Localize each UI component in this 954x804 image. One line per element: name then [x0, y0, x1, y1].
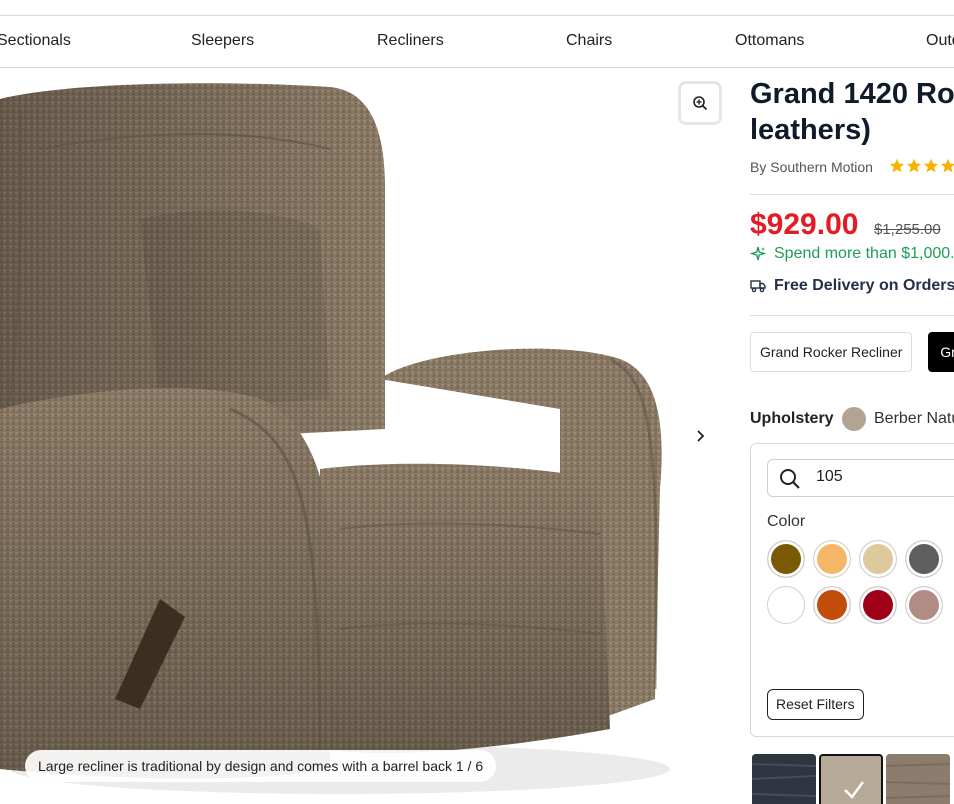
nav-item-ottomans[interactable]: Ottomans [735, 32, 804, 50]
category-nav: Sectionals Sleepers Recliners Chairs Ott… [0, 16, 954, 68]
color-swatch-gray[interactable] [905, 540, 943, 578]
color-swatch-beige[interactable] [859, 540, 897, 578]
zoom-in-icon [693, 96, 708, 111]
zoom-button[interactable] [678, 81, 722, 125]
color-swatch-white[interactable] [767, 586, 805, 624]
sparkle-icon [750, 246, 766, 261]
color-swatch-red[interactable] [859, 586, 897, 624]
image-caption: Large recliner is traditional by design … [25, 750, 497, 782]
delivery-message: Free Delivery on Orders [750, 277, 954, 295]
star-icon [906, 158, 922, 173]
star-icon [889, 158, 905, 173]
delivery-text: Free Delivery on Orders [774, 277, 954, 294]
star-icon [940, 158, 954, 173]
color-filter-label: Color [767, 513, 806, 530]
divider [750, 315, 954, 316]
fabric-thumbnail[interactable] [752, 754, 816, 804]
nav-item-chairs[interactable]: Chairs [566, 32, 612, 50]
truck-icon [750, 280, 766, 293]
search-icon [780, 469, 800, 489]
next-image-button[interactable] [690, 424, 710, 448]
upholstery-swatch [842, 407, 866, 431]
product-image-gallery[interactable] [0, 69, 737, 804]
divider [750, 194, 954, 195]
reset-filters-button[interactable]: Reset Filters [767, 689, 864, 720]
fabric-texture-image [752, 754, 816, 804]
color-swatch-orange-light[interactable] [813, 540, 851, 578]
fabric-texture-image [886, 754, 950, 804]
variant-grand-rocker-recliner[interactable]: Grand Rocker Recliner [750, 332, 912, 372]
nav-item-sleepers[interactable]: Sleepers [191, 32, 254, 50]
color-swatch-mauve[interactable] [905, 586, 943, 624]
product-title-line2: leathers) [750, 114, 871, 146]
nav-item-sectionals[interactable]: Sectionals [0, 32, 71, 50]
fabric-thumbnail-selected[interactable] [819, 754, 883, 804]
fabric-thumbnail[interactable] [886, 754, 950, 804]
nav-item-outdoor[interactable]: Outd [926, 32, 954, 50]
nav-item-recliners[interactable]: Recliners [377, 32, 444, 50]
rating-stars[interactable] [889, 158, 954, 174]
fabric-search-input[interactable] [816, 468, 954, 486]
fabric-search[interactable] [767, 459, 954, 497]
color-swatch-rust[interactable] [813, 586, 851, 624]
recliner-product-image [0, 83, 670, 794]
product-title: Grand 1420 Rocker Recliner (Fabrics & le… [750, 76, 954, 148]
chevron-right-icon [697, 430, 705, 442]
product-title-line1: Grand 1420 Rocker Recliner (Fabrics & [750, 78, 954, 110]
star-icon [923, 158, 939, 173]
variant-selected[interactable]: Gr [928, 332, 954, 372]
upholstery-label: Upholstery [750, 410, 834, 427]
color-swatch-brown[interactable] [767, 540, 805, 578]
original-price: $1,255.00 [874, 221, 941, 238]
brand-link[interactable]: By Southern Motion [750, 159, 873, 175]
upholstery-value: Berber Natu [874, 410, 954, 427]
promo-text: Spend more than $1,000. [774, 245, 954, 262]
checkmark-icon [821, 756, 881, 804]
sale-price: $929.00 [750, 208, 859, 241]
promo-message: Spend more than $1,000. [750, 245, 954, 263]
